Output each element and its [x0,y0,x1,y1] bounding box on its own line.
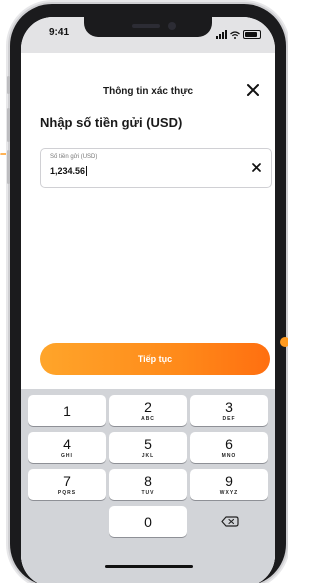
continue-button-label: Tiếp tục [137,354,173,364]
battery-icon [243,30,261,39]
key-letters: DEF [222,416,236,422]
key-letters: GHI [61,453,73,459]
amount-value: 1,234.56 [50,166,86,176]
key-5[interactable]: 5 JKL [109,432,187,463]
continue-button[interactable]: Tiếp tục [40,343,270,375]
status-bar: 9:41 [21,17,275,53]
numeric-keypad: 1 2 ABC 3 DEF 4 GHI 5 JKL 6 MNO 7 PQRS 8… [21,389,275,583]
key-letters: MNO [221,453,237,459]
key-3[interactable]: 3 DEF [190,395,268,426]
speaker [132,24,160,28]
backspace-key[interactable] [190,506,268,537]
key-digit: 5 [144,436,152,452]
key-0[interactable]: 0 [109,506,187,537]
page-title: Nhập số tiền gửi (USD) [40,115,183,130]
camera [168,22,176,30]
key-2[interactable]: 2 ABC [109,395,187,426]
key-digit: 1 [63,403,71,419]
key-6[interactable]: 6 MNO [190,432,268,463]
side-button [7,76,10,94]
stage: 9:41 Thông tin xác thực Nhập số tiền gửi… [0,0,288,583]
key-letters: JKL [141,453,155,459]
key-8[interactable]: 8 TUV [109,469,187,500]
dot-icon [280,337,288,347]
key-4[interactable]: 4 GHI [28,432,106,463]
key-digit: 7 [63,473,71,489]
status-time: 9:41 [49,27,70,38]
key-digit: 8 [144,473,152,489]
header-title: Thông tin xác thực [102,86,194,97]
signal-icon [216,30,227,39]
key-digit: 0 [144,514,152,530]
volume-down-button [7,150,10,184]
key-digit: 4 [63,436,71,452]
clear-icon[interactable] [251,162,262,173]
key-digit: 3 [225,399,233,415]
key-7[interactable]: 7 PQRS [28,469,106,500]
key-letters: TUV [141,490,155,496]
text-caret [86,166,88,176]
notch [84,17,212,37]
home-indicator [105,565,193,568]
key-1[interactable]: 1 [28,395,106,426]
system-icons [216,29,261,39]
wifi-icon [230,31,240,39]
key-letters: WXYZ [219,490,239,496]
key-9[interactable]: 9 WXYZ [190,469,268,500]
screen: 9:41 Thông tin xác thực Nhập số tiền gửi… [21,17,275,583]
key-letters: PQRS [57,490,77,496]
close-icon[interactable] [245,82,261,98]
amount-value-wrap: 1,234.56 [50,166,88,176]
amount-input[interactable]: Số tiền gửi (USD) 1,234.56 [40,148,272,188]
verification-sheet: Thông tin xác thực Nhập số tiền gửi (USD… [21,53,275,583]
backspace-icon [221,516,239,527]
volume-up-button [7,108,10,142]
key-digit: 9 [225,473,233,489]
key-digit: 6 [225,436,233,452]
key-letters: ABC [141,416,155,422]
key-digit: 2 [144,399,152,415]
amount-label: Số tiền gửi (USD) [50,154,98,160]
